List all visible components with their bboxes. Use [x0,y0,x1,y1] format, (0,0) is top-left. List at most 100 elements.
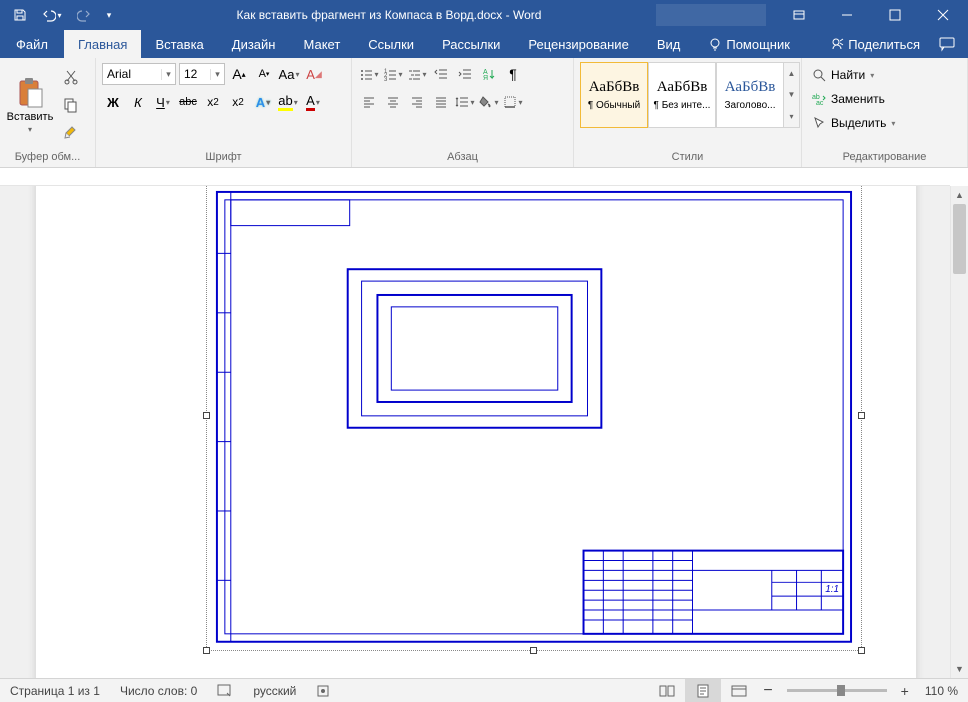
window-controls [656,0,968,30]
maximize-button[interactable] [872,0,918,30]
font-name-combo[interactable]: Arial▾ [102,63,176,85]
line-spacing-button[interactable] [454,91,476,113]
cut-button[interactable] [60,66,82,88]
show-marks-button[interactable]: ¶ [502,63,524,85]
replace-button[interactable]: abac Заменить [808,88,899,110]
sort-button[interactable]: AЯ [478,63,500,85]
change-case-button[interactable]: Aa [278,63,300,85]
text-effects-button[interactable]: A [252,91,274,113]
horizontal-ruler[interactable] [0,168,950,186]
tab-home[interactable]: Главная [64,30,141,58]
minimize-button[interactable] [824,0,870,30]
group-editing: Найти▾ abac Заменить Выделить▾ Редактиро… [802,58,968,167]
numbering-button[interactable]: 123 [382,63,404,85]
style-heading1[interactable]: АаБбВвЗаголово... [716,62,784,128]
shrink-font-button[interactable]: A▾ [253,63,275,85]
tab-references[interactable]: Ссылки [354,30,428,58]
bullets-icon [359,67,373,81]
italic-button[interactable]: К [127,91,149,113]
undo-button[interactable]: ▾ [38,2,66,28]
share-button[interactable]: Поделиться [822,30,928,58]
align-center-button[interactable] [382,91,404,113]
scrollbar-thumb[interactable] [953,204,966,274]
underline-button[interactable]: Ч [152,91,174,113]
close-button[interactable] [920,0,966,30]
save-button[interactable] [6,2,34,28]
web-layout-icon [731,684,747,698]
object-selection[interactable]: 1:1 [206,186,862,651]
tab-design[interactable]: Дизайн [218,30,290,58]
paste-button[interactable]: Вставить ▾ [6,62,54,148]
gallery-down-button[interactable]: ▼ [784,84,799,105]
tab-mailings[interactable]: Рассылки [428,30,514,58]
zoom-out-button[interactable]: − [757,679,778,702]
gallery-up-button[interactable]: ▲ [784,63,799,84]
zoom-slider-thumb[interactable] [837,685,845,696]
comments-button[interactable] [936,33,958,55]
scroll-down-button[interactable]: ▼ [951,660,968,678]
scrollbar-track[interactable] [951,204,968,660]
view-print-button[interactable] [685,679,721,702]
document-scroll[interactable]: 1:1 [0,186,950,678]
language-indicator[interactable]: русский [243,679,306,702]
shading-button[interactable] [478,91,500,113]
resize-handle-br[interactable] [858,647,865,654]
tab-view[interactable]: Вид [643,30,695,58]
resize-handle-mr[interactable] [858,412,865,419]
tab-review[interactable]: Рецензирование [514,30,642,58]
select-button[interactable]: Выделить▾ [808,112,899,134]
font-label: Шрифт [102,148,345,167]
close-icon [937,9,949,21]
view-web-button[interactable] [721,679,757,702]
tab-insert[interactable]: Вставка [141,30,217,58]
word-count[interactable]: Число слов: 0 [110,679,207,702]
chevron-down-icon[interactable]: ▾ [210,69,224,80]
numbering-icon: 123 [383,67,397,81]
justify-button[interactable] [430,91,452,113]
copy-button[interactable] [60,94,82,116]
view-read-button[interactable] [649,679,685,702]
zoom-in-button[interactable]: + [895,679,915,702]
macro-button[interactable] [306,679,340,702]
align-right-icon [410,95,424,109]
format-painter-button[interactable] [60,122,82,144]
gallery-more-button[interactable]: ▾ [784,106,799,127]
tab-layout[interactable]: Макет [289,30,354,58]
minimize-icon [841,9,853,21]
style-normal[interactable]: АаБбВв¶ Обычный [580,62,648,128]
ribbon-display-icon [792,8,806,22]
superscript-button[interactable]: x2 [227,91,249,113]
font-color-button[interactable]: A [302,91,324,113]
spellcheck-button[interactable] [207,679,243,702]
page-indicator[interactable]: Страница 1 из 1 [0,679,110,702]
multilevel-button[interactable] [406,63,428,85]
subscript-button[interactable]: x2 [202,91,224,113]
strike-button[interactable]: abc [177,91,199,113]
scroll-up-button[interactable]: ▲ [951,186,968,204]
tab-file[interactable]: Файл [0,30,64,58]
find-button[interactable]: Найти▾ [808,64,899,86]
grow-font-button[interactable]: A▴ [228,63,250,85]
quick-access-toolbar: ▾ ▾ [0,2,122,28]
align-right-button[interactable] [406,91,428,113]
ribbon-options-button[interactable] [776,0,822,30]
vertical-scrollbar[interactable]: ▲ ▼ [950,186,968,678]
chevron-down-icon[interactable]: ▾ [161,69,175,80]
align-center-icon [386,95,400,109]
tell-me[interactable]: Помощник [694,30,804,58]
qat-customize-button[interactable]: ▾ [102,2,116,28]
font-size-combo[interactable]: 12▾ [179,63,225,85]
decrease-indent-button[interactable] [430,63,452,85]
user-account[interactable] [656,4,766,26]
style-no-spacing[interactable]: АаБбВв¶ Без инте... [648,62,716,128]
align-left-button[interactable] [358,91,380,113]
highlight-button[interactable]: ab [277,91,299,113]
clear-format-button[interactable]: A◢ [303,63,325,85]
borders-button[interactable] [502,91,524,113]
zoom-level[interactable]: 110 % [915,679,968,702]
redo-button[interactable] [70,2,98,28]
zoom-slider[interactable] [787,689,887,692]
bold-button[interactable]: Ж [102,91,124,113]
increase-indent-button[interactable] [454,63,476,85]
bullets-button[interactable] [358,63,380,85]
